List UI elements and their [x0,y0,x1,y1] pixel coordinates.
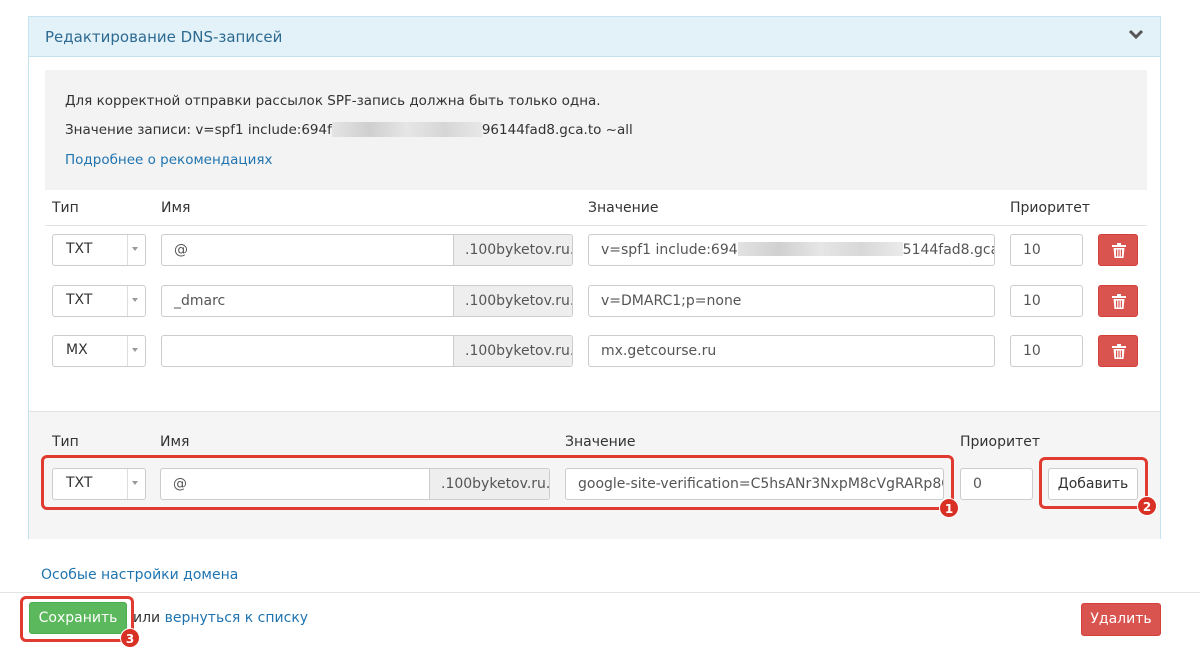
step-badge-1: 1 [939,498,959,518]
spf-value-text: Значение записи: v=spf1 include:694f 9614… [65,122,633,138]
panel-title: Редактирование DNS-записей [45,28,283,46]
highlight-save-button [20,596,134,642]
col-header-value: Значение [588,200,659,216]
record-name-input[interactable]: @ [162,235,455,265]
new-record-priority-input[interactable]: 0 [960,468,1033,500]
redacted-block [737,242,903,256]
domain-suffix: .100byketov.ru. [453,336,572,366]
add-header-type: Тип [52,434,79,450]
divider [45,225,1147,226]
record-type-select[interactable]: MX [52,335,146,367]
dropdown-arrow-icon [132,348,138,352]
delete-record-button[interactable] [1098,285,1138,317]
recommendations-link[interactable]: Подробнее о рекомендациях [65,152,272,168]
add-header-value: Значение [565,434,636,450]
step-badge-3: 3 [120,628,140,648]
spf-info-box: Для корректной отправки рассылок SPF-зап… [45,70,1147,190]
record-type-select[interactable]: TXT [52,285,146,317]
domain-suffix: .100byketov.ru. [453,286,572,316]
info-text: Для корректной отправки рассылок SPF-зап… [65,93,601,109]
priority-input[interactable]: 10 [1010,234,1083,266]
domain-suffix: .100byketov.ru. [453,235,572,265]
col-header-type: Тип [52,200,79,216]
add-header-name: Имя [160,434,190,450]
record-name-group: .100byketov.ru. [161,335,573,367]
record-name-group: _dmarc .100byketov.ru. [161,285,573,317]
dropdown-arrow-icon [132,247,138,251]
record-value-input[interactable]: mx.getcourse.ru [588,335,995,367]
col-header-priority: Приоритет [1010,200,1090,216]
delete-record-button[interactable] [1098,234,1138,266]
step-badge-2: 2 [1137,496,1157,516]
delete-record-button[interactable] [1098,335,1138,367]
record-value-input[interactable]: v=DMARC1;p=none [588,285,995,317]
chevron-down-icon[interactable] [1128,29,1144,41]
record-name-group: @ .100byketov.ru. [161,234,573,266]
trash-icon [1112,344,1126,359]
add-header-priority: Приоритет [960,434,1040,450]
priority-input[interactable]: 10 [1010,335,1083,367]
record-name-input[interactable] [162,336,455,366]
record-name-input[interactable]: _dmarc [162,286,455,316]
delete-domain-button[interactable]: Удалить [1081,603,1161,636]
dropdown-arrow-icon [132,298,138,302]
priority-input[interactable]: 10 [1010,285,1083,317]
record-value-input[interactable]: v=spf1 include:6945144fad8.gca.t [588,234,995,266]
back-to-list-link[interactable]: вернуться к списку [165,610,308,626]
or-text: или вернуться к списку [133,610,309,626]
highlight-new-record-row [41,455,954,510]
trash-icon [1112,294,1126,309]
col-header-name: Имя [161,200,191,216]
panel-header[interactable]: Редактирование DNS-записей [29,17,1160,57]
special-domain-settings-link[interactable]: Особые настройки домена [41,567,238,583]
trash-icon [1112,243,1126,258]
footer-divider [0,592,1200,593]
record-type-select[interactable]: TXT [52,234,146,266]
highlight-add-button [1039,457,1148,509]
redacted-block [331,122,482,137]
